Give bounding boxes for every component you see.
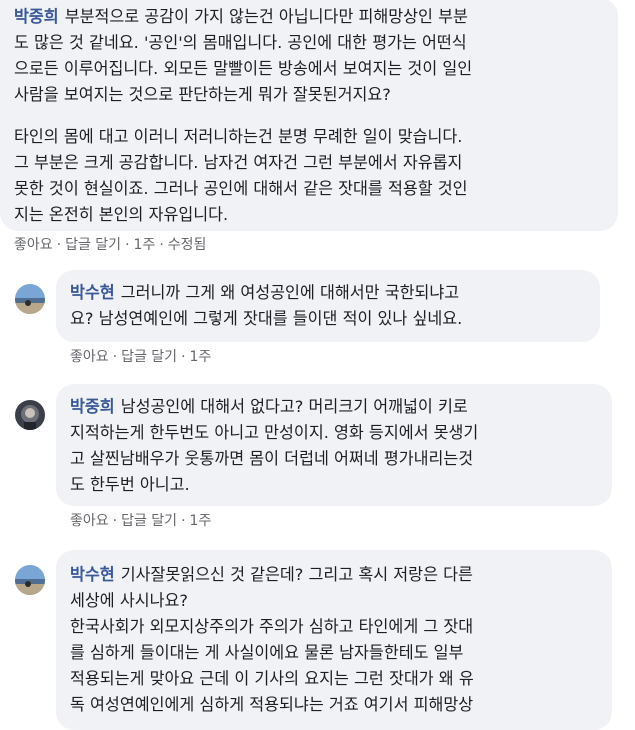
like-link[interactable]: 좋아요 [70,349,109,365]
comment-paragraph: 박수현 그러니까 그게 왜 여성공인에 대해서만 국한되냐고 [70,283,460,302]
comment-bubble: 박중희 부분적으로 공감이 가지 않는건 아닙니다만 피해망상인 부분 도 많은 … [0,0,618,231]
comment-author[interactable]: 박수현 [70,283,115,302]
comment-line: 를 심하게 들이대는 게 사실이에요 물론 남자들한테도 일부 [70,643,464,662]
comment-paragraph: 박중희 부분적으로 공감이 가지 않는건 아닙니다만 피해망상인 부분 [14,7,468,26]
like-link[interactable]: 좋아요 [70,513,109,529]
comment-actions: 좋아요 · 답글 달기 · 1주 · 수정됨 [14,237,207,253]
timestamp[interactable]: 1주 [190,513,212,529]
reply-link[interactable]: 답글 달기 [65,237,121,253]
comment-line: 도 한두번 아니고. [70,475,190,494]
avatar-sky-icon[interactable] [15,565,45,595]
like-link[interactable]: 좋아요 [14,237,53,253]
comment-line: 으로든 이루어집니다. 외모든 말빨이든 방송에서 보여지는 것이 일인 [14,59,473,78]
comment-line: 요? 남성연예인에 그렇게 잣대를 들이댄 적이 있나 싶네요. [70,309,463,328]
edited-label: 수정됨 [167,237,207,253]
timestamp[interactable]: 1주 [190,349,212,365]
comment-bubble: 박수현 그러니까 그게 왜 여성공인에 대해서만 국한되냐고 요? 남성연예인에 … [56,270,600,342]
comment-line: 독 여성연예인에게 심하게 적용되냐는 거죠 여기서 피해망상 [70,695,474,714]
comment-line: 사람을 보여지는 것으로 판단하는게 뭐가 잘못된거지요? [14,85,391,104]
comment-line: 적용되는게 맞아요 근데 이 기사의 요지는 그런 잣대가 왜 유 [70,669,474,688]
comment-line: 타인의 몸에 대고 이러니 저러니하는건 분명 무례한 일이 맞습니다. [14,127,463,146]
comment-author[interactable]: 박수현 [70,565,115,584]
comment-line: 한국사회가 외모지상주의가 주의가 심하고 타인에게 그 잣대 [70,617,474,636]
reply-link[interactable]: 답글 달기 [121,349,177,365]
reply-link[interactable]: 답글 달기 [121,513,177,529]
comment-line: 도 많은 것 같네요. '공인'의 몸매입니다. 공인에 대한 평가는 어떤식 [14,33,467,52]
avatar-dark-icon[interactable] [15,400,45,430]
comment-line: 고 살찐남배우가 웃통까면 몸이 더럽네 어쩌네 평가내리는것 [70,449,474,468]
timestamp[interactable]: 1주 [134,237,156,253]
comment-paragraph: 박수현 기사잘못읽으신 것 같은데? 그리고 혹시 저랑은 다른 [70,565,473,584]
comment-actions: 좋아요 · 답글 달기 · 1주 [70,513,212,529]
comment-line: 세상에 사시나요? [70,591,188,610]
comment-bubble: 박중희 남성공인에 대해서 없다고? 머리크기 어깨넓이 키로 지적하는게 한두번… [56,384,612,506]
comment-line: 지적하는게 한두번도 아니고 만성이지. 영화 등지에서 못생기 [70,423,479,442]
comment-line: 지는 온전히 본인의 자유입니다. [14,205,229,224]
comment-author[interactable]: 박중희 [14,7,59,26]
comment-line: 그 부분은 크게 공감합니다. 남자건 여자건 그런 부분에서 자유롭지 [14,153,463,172]
avatar-sky-icon[interactable] [15,284,45,314]
comment-actions: 좋아요 · 답글 달기 · 1주 [70,349,212,365]
comment-author[interactable]: 박중희 [70,397,115,416]
comment-line: 못한 것이 현실이죠. 그러나 공인에 대해서 같은 잣대를 적용할 것인 [14,179,468,198]
comment-bubble: 박수현 기사잘못읽으신 것 같은데? 그리고 혹시 저랑은 다른 세상에 사시나요… [56,550,612,730]
comment-paragraph: 박중희 남성공인에 대해서 없다고? 머리크기 어깨넓이 키로 [70,397,468,416]
